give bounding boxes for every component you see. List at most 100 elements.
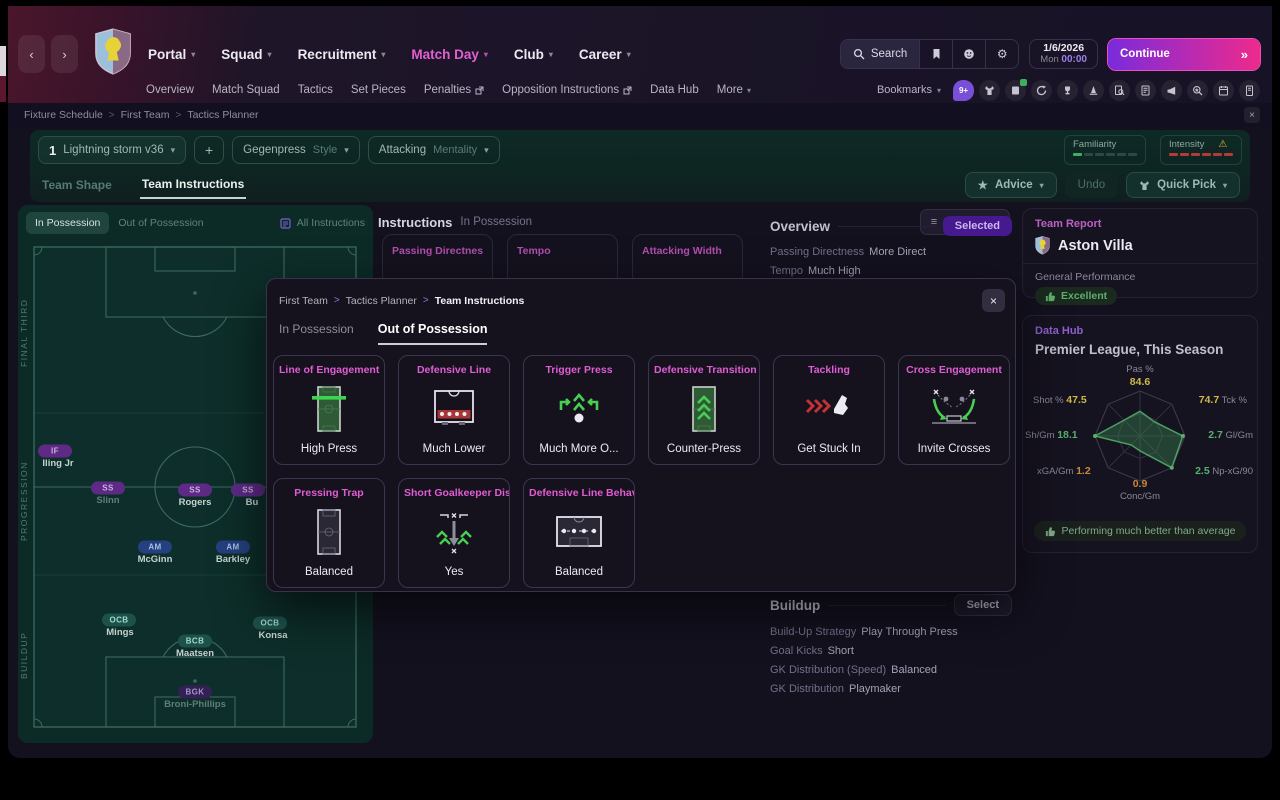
tactic-dropdown[interactable]: 1 Lightning storm v36 ▾ (38, 136, 186, 164)
subnav-label: More (717, 84, 743, 96)
card-defensive-line-behavior[interactable]: Defensive Line Behavio Balanced (523, 478, 635, 588)
bookmarks-dropdown[interactable]: Bookmarks▾ (877, 84, 941, 96)
buildup-row: GK DistributionPlaymaker (770, 680, 1012, 699)
modal-tab-out-of-possession[interactable]: Out of Possession (378, 322, 488, 345)
team-instructions-modal: First Team > Tactics Planner > Team Inst… (266, 278, 1016, 592)
tab-team-instructions[interactable]: Team Instructions (140, 171, 246, 199)
nav-recruitment[interactable]: Recruitment▾ (298, 47, 386, 62)
squad-shirt-button[interactable] (979, 80, 1000, 101)
continue-button[interactable]: Continue » (1108, 39, 1260, 70)
all-instructions-button[interactable]: All Instructions (280, 217, 365, 229)
subnav-more[interactable]: More▾ (717, 84, 751, 96)
competitions-button[interactable] (1057, 80, 1078, 101)
mentality-dropdown[interactable]: Attacking Mentality ▾ (368, 136, 500, 164)
team-report-panel[interactable]: Team Report Aston Villa General Performa… (1022, 208, 1258, 298)
breadcrumb-tactics-planner[interactable]: Tactics Planner (187, 109, 258, 121)
advice-button[interactable]: ★ Advice ▾ (965, 172, 1057, 198)
card-defensive-line[interactable]: Defensive Line Much Lower (398, 355, 510, 465)
club-crest[interactable] (94, 28, 132, 81)
subnav-match-squad[interactable]: Match Squad (212, 84, 280, 96)
search-button[interactable]: Search (841, 40, 919, 68)
scouting-button[interactable] (1109, 80, 1130, 101)
quick-pick-button[interactable]: Quick Pick ▾ (1126, 172, 1240, 198)
subnav-penalties[interactable]: Penalties (424, 84, 484, 96)
modal-tab-in-possession[interactable]: In Possession (279, 322, 354, 345)
player-chip[interactable]: AM (216, 541, 250, 554)
modal-breadcrumb-first-team[interactable]: First Team (279, 295, 328, 307)
club-crest-icon (94, 28, 132, 76)
breadcrumb-first-team[interactable]: First Team (121, 109, 170, 121)
player-chip[interactable]: BGK (178, 686, 212, 699)
announcements-button[interactable] (1161, 80, 1182, 101)
player-chip[interactable]: IF (38, 445, 72, 458)
player-chip[interactable]: SS (231, 484, 265, 497)
tactic-number: 1 (49, 143, 56, 158)
all-instructions-label: All Instructions (297, 217, 365, 229)
bookmark-button[interactable] (919, 40, 952, 68)
nav-match-day[interactable]: Match Day▾ (411, 47, 488, 62)
toggle-in-possession[interactable]: In Possession (26, 212, 109, 234)
calendar-button[interactable] (1213, 80, 1234, 101)
panel-close-button[interactable]: × (1244, 107, 1260, 123)
tactics-toolbar: 1 Lightning storm v36 ▾ + Gegenpress Sty… (30, 130, 1250, 202)
training-button[interactable] (1083, 80, 1104, 101)
subnav-tactics[interactable]: Tactics (298, 84, 333, 96)
modal-breadcrumb-tactics-planner[interactable]: Tactics Planner (346, 295, 417, 307)
player-chip[interactable]: BCB (178, 635, 212, 648)
divider (838, 226, 935, 227)
data-hub-panel[interactable]: Data Hub Premier League, This Season Pas… (1022, 315, 1258, 553)
settings-button[interactable]: ⚙ (985, 40, 1018, 68)
card-tackling[interactable]: Tackling Get Stuck In (773, 355, 885, 465)
subnav-set-pieces[interactable]: Set Pieces (351, 84, 406, 96)
selected-button[interactable]: Selected (943, 216, 1012, 236)
tab-team-shape[interactable]: Team Shape (40, 172, 114, 198)
nav-squad[interactable]: Squad▾ (221, 47, 271, 62)
player-chip[interactable]: SS (91, 482, 125, 495)
row-label: Goal Kicks (770, 645, 823, 657)
add-tactic-button[interactable]: + (194, 136, 224, 164)
card-short-goalkeeper-distribution[interactable]: Short Goalkeeper Distr Yes (398, 478, 510, 588)
player-chip[interactable]: OCB (102, 614, 136, 627)
bookmark-icon (931, 48, 942, 60)
card-line-of-engagement[interactable]: Line of Engagement High Press (273, 355, 385, 465)
assistant-button[interactable] (952, 40, 985, 68)
select-button[interactable]: Select (954, 594, 1012, 616)
subnav-data-hub[interactable]: Data Hub (650, 84, 699, 96)
checklist-icon (280, 218, 291, 229)
player-chip[interactable]: SS (178, 484, 212, 497)
style-dropdown[interactable]: Gegenpress Style ▾ (232, 136, 360, 164)
notes-button[interactable] (1239, 80, 1260, 101)
radar-axis-value: 2.7 (1208, 429, 1223, 441)
buildup-section-title: Buildup (770, 598, 820, 613)
bookmarks-label: Bookmarks (877, 84, 932, 96)
game-date[interactable]: 1/6/2026 Mon 00:00 (1029, 39, 1098, 69)
nav-career[interactable]: Career▾ (579, 47, 631, 62)
undo-button[interactable]: Undo (1065, 172, 1119, 198)
toggle-out-of-possession[interactable]: Out of Possession (109, 212, 212, 234)
forward-button[interactable]: › (51, 35, 78, 73)
card-value: Much More O... (524, 443, 634, 455)
card-trigger-press[interactable]: Trigger Press Much More O... (523, 355, 635, 465)
search-plus-button[interactable] (1187, 80, 1208, 101)
card-cross-engagement[interactable]: Cross Engagement Invite C (898, 355, 1010, 465)
back-button[interactable]: ‹ (18, 35, 45, 73)
card-defensive-transition[interactable]: Defensive Transition Counter-Press (648, 355, 760, 465)
messages-button[interactable]: 9+ (953, 80, 974, 101)
nav-portal[interactable]: Portal▾ (148, 47, 195, 62)
radar-axis-value: 0.9 (1023, 478, 1257, 490)
nav-club[interactable]: Club▾ (514, 47, 553, 62)
reports-button[interactable] (1135, 80, 1156, 101)
player-chip[interactable]: AM (138, 541, 172, 554)
card-title: Pressing Trap (274, 479, 384, 499)
player-chip[interactable]: OCB (253, 617, 287, 630)
subnav-opposition-instructions[interactable]: Opposition Instructions (502, 84, 632, 96)
subnav-overview[interactable]: Overview (146, 84, 194, 96)
breadcrumb-separator: > (109, 110, 115, 121)
quick-icons: 9+ (953, 80, 1260, 101)
refresh-button[interactable] (1031, 80, 1052, 101)
card-pressing-trap[interactable]: Pressing Trap Balanced (273, 478, 385, 588)
modal-close-button[interactable]: × (982, 289, 1005, 312)
inbox-button[interactable] (1005, 80, 1026, 101)
performance-badge: Excellent (1035, 287, 1117, 305)
breadcrumb-fixture-schedule[interactable]: Fixture Schedule (24, 109, 103, 121)
